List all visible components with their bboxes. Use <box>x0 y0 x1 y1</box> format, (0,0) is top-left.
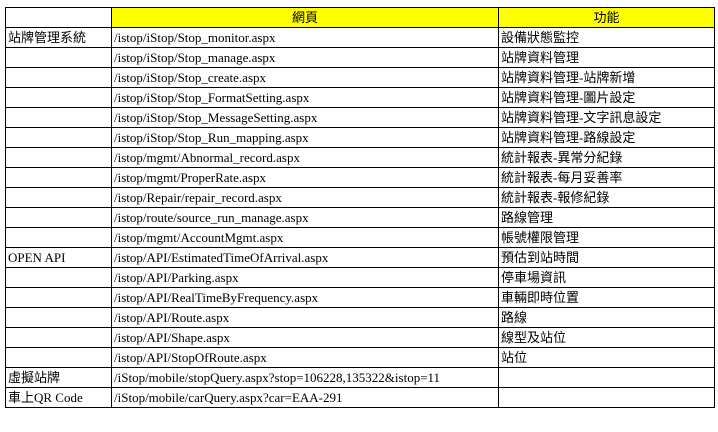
table-row: /istop/mgmt/ProperRate.aspx 統計報表-每月妥善率 <box>5 167 715 188</box>
page-cell: /istop/API/Route.aspx <box>111 307 499 328</box>
group-cell: 車上QR Code <box>5 387 112 408</box>
page-cell: /istop/Repair/repair_record.aspx <box>111 187 499 208</box>
header-page: 網頁 <box>111 7 499 28</box>
function-cell: 站牌資料管理 <box>498 47 715 68</box>
function-cell: 帳號權限管理 <box>498 227 715 248</box>
function-cell: 設備狀態監控 <box>498 27 715 48</box>
page-cell: /istop/API/RealTimeByFrequency.aspx <box>111 287 499 308</box>
page-function-table: 網頁 功能 站牌管理系統/istop/iStop/Stop_monitor.as… <box>5 7 715 408</box>
group-cell <box>5 307 112 328</box>
group-cell <box>5 167 112 188</box>
table-row: /istop/iStop/Stop_Run_mapping.aspx 站牌資料管理… <box>5 127 715 148</box>
table-row: /istop/iStop/Stop_manage.aspx 站牌資料管理 <box>5 47 715 68</box>
table-row: /istop/API/Shape.aspx 線型及站位 <box>5 327 715 348</box>
function-cell: 統計報表-異常分紀錄 <box>498 147 715 168</box>
header-function: 功能 <box>498 7 715 28</box>
page-cell: /istop/API/EstimatedTimeOfArrival.aspx <box>111 247 499 268</box>
table-row: /istop/API/Route.aspx 路線 <box>5 307 715 328</box>
function-cell: 站牌資料管理-路線設定 <box>498 127 715 148</box>
page-cell: /iStop/mobile/stopQuery.aspx?stop=106228… <box>111 367 499 388</box>
function-cell: 預估到站時間 <box>498 247 715 268</box>
function-cell: 路線管理 <box>498 207 715 228</box>
group-cell <box>5 87 112 108</box>
table-row: 虛擬站牌/iStop/mobile/stopQuery.aspx?stop=10… <box>5 367 715 388</box>
function-cell: 線型及站位 <box>498 327 715 348</box>
page-cell: /istop/iStop/Stop_Run_mapping.aspx <box>111 127 499 148</box>
table-row: /istop/iStop/Stop_MessageSetting.aspx 站牌資… <box>5 107 715 128</box>
page-cell: /istop/iStop/Stop_FormatSetting.aspx <box>111 87 499 108</box>
table-row: /istop/iStop/Stop_FormatSetting.aspx 站牌資料… <box>5 87 715 108</box>
group-cell <box>5 327 112 348</box>
table-row: /istop/iStop/Stop_create.aspx 站牌資料管理-站牌新增 <box>5 67 715 88</box>
page-cell: /istop/mgmt/Abnormal_record.aspx <box>111 147 499 168</box>
header-group <box>5 7 112 28</box>
table-row: /istop/API/StopOfRoute.aspx 站位 <box>5 347 715 368</box>
group-cell <box>5 287 112 308</box>
function-cell: 站位 <box>498 347 715 368</box>
table-row: OPEN API/istop/API/EstimatedTimeOfArriva… <box>5 247 715 268</box>
function-cell <box>498 387 715 408</box>
group-cell <box>5 67 112 88</box>
table-row: /istop/API/RealTimeByFrequency.aspx 車輛即時位… <box>5 287 715 308</box>
page-cell: /istop/iStop/Stop_create.aspx <box>111 67 499 88</box>
table-row: /istop/mgmt/AccountMgmt.aspx 帳號權限管理 <box>5 227 715 248</box>
group-cell <box>5 147 112 168</box>
group-cell <box>5 347 112 368</box>
page-cell: /iStop/mobile/carQuery.aspx?car=EAA-291 <box>111 387 499 408</box>
table-row: 站牌管理系統/istop/iStop/Stop_monitor.aspx 設備狀態… <box>5 27 715 48</box>
page-cell: /istop/API/StopOfRoute.aspx <box>111 347 499 368</box>
table-row: /istop/API/Parking.aspx 停車場資訊 <box>5 267 715 288</box>
group-cell <box>5 227 112 248</box>
function-cell: 站牌資料管理-圖片設定 <box>498 87 715 108</box>
page-cell: /istop/iStop/Stop_manage.aspx <box>111 47 499 68</box>
function-cell: 統計報表-報修紀錄 <box>498 187 715 208</box>
header-row: 網頁 功能 <box>5 7 715 28</box>
group-cell <box>5 127 112 148</box>
page-cell: /istop/iStop/Stop_MessageSetting.aspx <box>111 107 499 128</box>
page-cell: /istop/iStop/Stop_monitor.aspx <box>111 27 499 48</box>
group-cell: 站牌管理系統 <box>5 27 112 48</box>
function-cell: 停車場資訊 <box>498 267 715 288</box>
function-cell: 統計報表-每月妥善率 <box>498 167 715 188</box>
group-cell <box>5 187 112 208</box>
table-row: /istop/Repair/repair_record.aspx 統計報表-報修紀… <box>5 187 715 208</box>
page-cell: /istop/route/source_run_manage.aspx <box>111 207 499 228</box>
function-cell <box>498 367 715 388</box>
group-cell <box>5 207 112 228</box>
group-cell <box>5 267 112 288</box>
table-row: 車上QR Code/iStop/mobile/carQuery.aspx?car… <box>5 387 715 408</box>
function-cell: 站牌資料管理-文字訊息設定 <box>498 107 715 128</box>
page-cell: /istop/API/Shape.aspx <box>111 327 499 348</box>
group-cell <box>5 107 112 128</box>
group-cell: OPEN API <box>5 247 112 268</box>
page-cell: /istop/API/Parking.aspx <box>111 267 499 288</box>
group-cell: 虛擬站牌 <box>5 367 112 388</box>
page-cell: /istop/mgmt/ProperRate.aspx <box>111 167 499 188</box>
group-cell <box>5 47 112 68</box>
function-cell: 站牌資料管理-站牌新增 <box>498 67 715 88</box>
function-cell: 車輛即時位置 <box>498 287 715 308</box>
table-row: /istop/mgmt/Abnormal_record.aspx 統計報表-異常分… <box>5 147 715 168</box>
page-cell: /istop/mgmt/AccountMgmt.aspx <box>111 227 499 248</box>
table-row: /istop/route/source_run_manage.aspx 路線管理 <box>5 207 715 228</box>
function-cell: 路線 <box>498 307 715 328</box>
